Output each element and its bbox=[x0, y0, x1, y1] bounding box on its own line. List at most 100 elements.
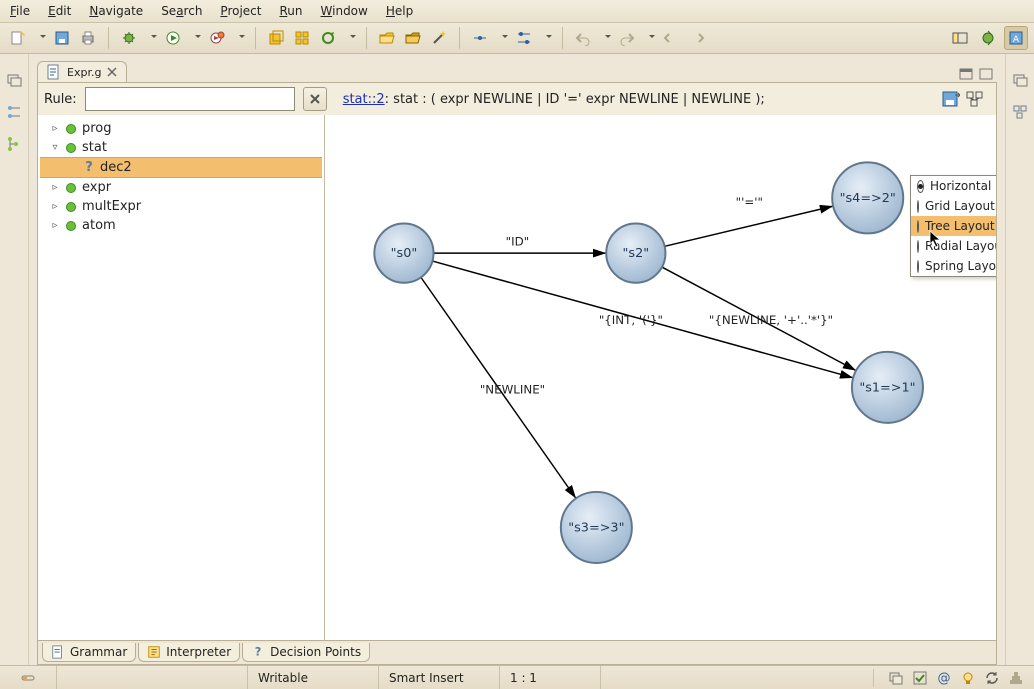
status-restore-icon[interactable] bbox=[888, 670, 904, 686]
perspective-open-button[interactable] bbox=[948, 26, 972, 50]
status-build-icon[interactable] bbox=[1008, 670, 1024, 686]
dfa-node-label: "s2" bbox=[623, 246, 650, 261]
decision-icon: ? bbox=[84, 160, 94, 175]
status-at-icon[interactable]: @ bbox=[936, 670, 952, 686]
rule-icon bbox=[66, 124, 76, 134]
undo2-button[interactable] bbox=[659, 26, 683, 50]
layout-option-label: Tree Layout bbox=[925, 219, 995, 233]
menu-navigate[interactable]: Navigate bbox=[89, 4, 143, 18]
dfa-node-s4[interactable]: "s4=>2" bbox=[832, 162, 903, 233]
print-button[interactable] bbox=[76, 26, 100, 50]
rule-icon bbox=[66, 221, 76, 231]
bottom-tab-interpreter[interactable]: Interpreter bbox=[138, 643, 240, 662]
clear-rule-button[interactable] bbox=[303, 87, 327, 111]
redo-button[interactable] bbox=[615, 26, 657, 50]
dfa-node-label: "s4=>2" bbox=[840, 191, 896, 206]
perspective-antlr-button[interactable]: A bbox=[1004, 26, 1028, 50]
dfa-edge-label: "{NEWLINE, '+'..'*'}" bbox=[709, 313, 833, 327]
wire2-button[interactable] bbox=[512, 26, 554, 50]
tree-row-label: expr bbox=[82, 180, 111, 195]
tree-row[interactable]: expr bbox=[40, 178, 322, 197]
twisty-icon[interactable] bbox=[50, 142, 60, 153]
rule-input[interactable] bbox=[85, 87, 295, 111]
layout-option[interactable]: Tree Layout bbox=[911, 216, 996, 236]
gutter-restore-icon[interactable] bbox=[5, 72, 23, 88]
generate3-button[interactable] bbox=[316, 26, 358, 50]
maximize-icon[interactable] bbox=[979, 68, 993, 80]
status-sync-icon[interactable] bbox=[984, 670, 1000, 686]
bottom-tab-label: Interpreter bbox=[166, 645, 231, 659]
menu-run[interactable]: Run bbox=[279, 4, 302, 18]
dfa-node-s3[interactable]: "s3=>3" bbox=[561, 492, 632, 563]
tree-row[interactable]: multExpr bbox=[40, 197, 322, 216]
debug-button[interactable] bbox=[117, 26, 159, 50]
gutter-restore-right-icon[interactable] bbox=[1011, 72, 1029, 88]
tree-row[interactable]: stat bbox=[40, 138, 322, 157]
bottom-tab-label: Grammar bbox=[70, 645, 127, 659]
tree-row-label: atom bbox=[82, 218, 116, 233]
editor-tab-expr[interactable]: Expr.g bbox=[37, 61, 127, 82]
rule-definition: stat::2: stat : ( expr NEWLINE | ID '=' … bbox=[343, 92, 765, 107]
status-insert-mode: Smart Insert bbox=[379, 666, 500, 689]
new-wizard-button[interactable] bbox=[6, 26, 48, 50]
minimize-icon[interactable] bbox=[959, 68, 973, 80]
dfa-panel[interactable]: "ID""'='""{NEWLINE, '+'..'*'}""{INT, '('… bbox=[325, 115, 996, 640]
gutter-tree-icon[interactable] bbox=[5, 136, 23, 152]
gutter-outline-icon[interactable] bbox=[5, 104, 23, 120]
perspective-debug-button[interactable] bbox=[976, 26, 1000, 50]
rule-icon bbox=[66, 202, 76, 212]
open-folder-button[interactable] bbox=[375, 26, 399, 50]
layout-option[interactable]: Grid Layout bbox=[911, 196, 996, 216]
editor-tab-label: Expr.g bbox=[67, 66, 101, 79]
layout-icon[interactable] bbox=[966, 91, 984, 107]
workspace: Expr.g Rule: stat::2: stat : ( expr NEWL… bbox=[0, 54, 1034, 665]
twisty-icon[interactable] bbox=[50, 201, 60, 212]
close-icon[interactable] bbox=[106, 66, 118, 78]
bottom-tab-decision-points[interactable]: ?Decision Points bbox=[242, 643, 370, 662]
menu-project[interactable]: Project bbox=[220, 4, 261, 18]
run-button[interactable] bbox=[161, 26, 203, 50]
menu-file[interactable]: File bbox=[10, 4, 30, 18]
status-task-icon[interactable] bbox=[912, 670, 928, 686]
layout-option[interactable]: Spring Layout bbox=[911, 256, 996, 276]
tree-row[interactable]: atom bbox=[40, 216, 322, 235]
dfa-node-label: "s0" bbox=[391, 246, 418, 261]
undo-button[interactable] bbox=[571, 26, 613, 50]
menu-edit[interactable]: Edit bbox=[48, 4, 71, 18]
twisty-icon[interactable] bbox=[50, 182, 60, 193]
wire1-button[interactable] bbox=[468, 26, 510, 50]
dfa-node-s2[interactable]: "s2" bbox=[606, 224, 665, 283]
bottom-tab-grammar[interactable]: Grammar bbox=[42, 643, 136, 662]
save-button[interactable] bbox=[50, 26, 74, 50]
save-as-icon[interactable] bbox=[942, 91, 960, 107]
status-bulb-icon[interactable] bbox=[960, 670, 976, 686]
redo2-button[interactable] bbox=[685, 26, 709, 50]
twisty-icon[interactable] bbox=[50, 220, 60, 231]
wand-button[interactable] bbox=[427, 26, 451, 50]
open-folder-alt-button[interactable] bbox=[401, 26, 425, 50]
menu-help[interactable]: Help bbox=[386, 4, 413, 18]
twisty-icon[interactable] bbox=[50, 123, 60, 134]
dfa-edge-label: "'='" bbox=[736, 195, 763, 209]
menu-window[interactable]: Window bbox=[321, 4, 368, 18]
layout-option[interactable]: Horizontal bbox=[911, 176, 996, 196]
status-writable: Writable bbox=[248, 666, 379, 689]
tree-row[interactable]: prog bbox=[40, 119, 322, 138]
generate2-button[interactable] bbox=[290, 26, 314, 50]
layout-option[interactable]: Radial Layout bbox=[911, 236, 996, 256]
rule-definition-body: stat : ( expr NEWLINE | ID '=' expr NEWL… bbox=[393, 92, 765, 107]
run-ext-button[interactable] bbox=[205, 26, 247, 50]
layout-menu-popup[interactable]: HorizontalGrid Layout Tree Layout Radial L… bbox=[910, 175, 996, 277]
rule-row: Rule: stat::2: stat : ( expr NEWLINE | I… bbox=[38, 83, 996, 115]
grammar-file-icon bbox=[46, 64, 62, 80]
generate1-button[interactable] bbox=[264, 26, 288, 50]
menu-search[interactable]: Search bbox=[161, 4, 202, 18]
dfa-edge-label: "{INT, '('}" bbox=[599, 313, 663, 327]
rule-definition-link[interactable]: stat::2 bbox=[343, 92, 385, 107]
dfa-node-s0[interactable]: "s0" bbox=[374, 224, 433, 283]
right-gutter bbox=[1005, 54, 1034, 665]
tree-row[interactable]: ?dec2 bbox=[40, 157, 322, 178]
progress-icon[interactable] bbox=[20, 670, 36, 686]
gutter-outline-right-icon[interactable] bbox=[1011, 104, 1029, 120]
dfa-node-s1[interactable]: "s1=>1" bbox=[852, 352, 923, 423]
